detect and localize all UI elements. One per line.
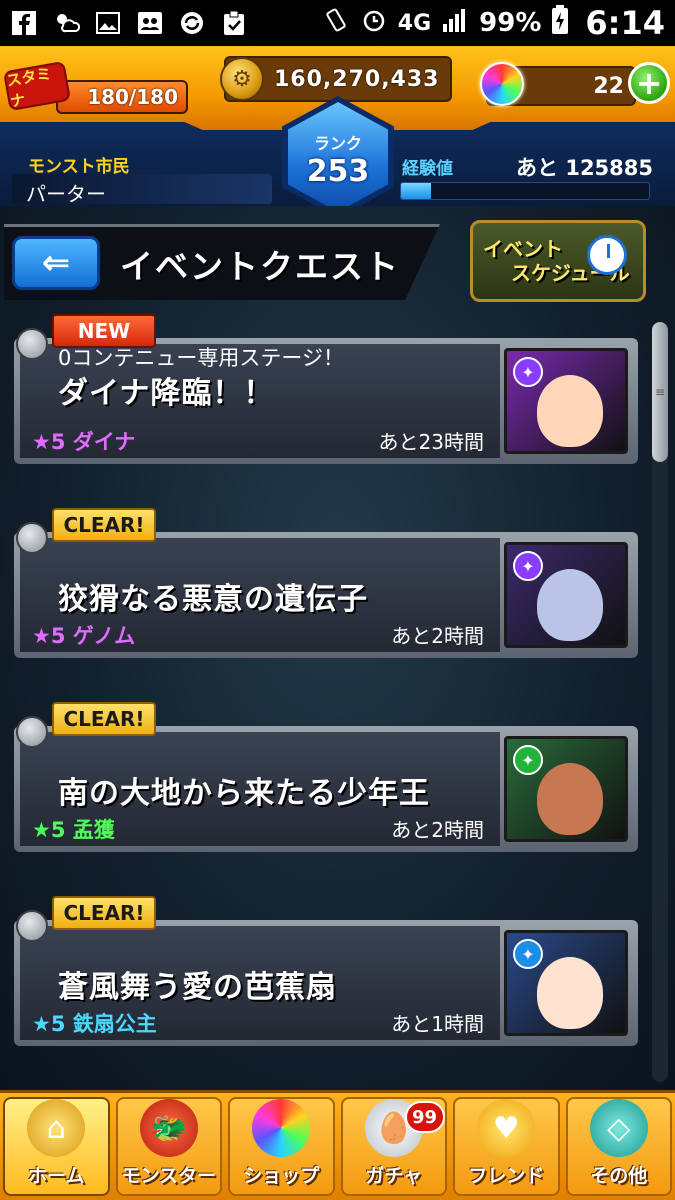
- battery-percent: 99%: [479, 8, 542, 38]
- boss-portrait: ✦: [504, 736, 628, 842]
- nav-label: ショップ: [243, 1165, 320, 1187]
- quest-boss-rarity: ★5 孟獲: [32, 818, 115, 842]
- quest-time-remaining: あと2時間: [391, 818, 484, 842]
- exp-bar: [400, 182, 650, 200]
- boss-face: [537, 569, 603, 641]
- back-arrow-icon: ⇐: [41, 243, 71, 283]
- element-icon: ✦: [513, 551, 543, 581]
- player-name: パーター: [26, 182, 106, 206]
- exp-fill: [401, 183, 431, 199]
- exp-label: 経験値: [402, 159, 453, 179]
- bottom-nav: ⌂ ホーム 🐲 モンスター ショップ 🥚 ガチャ 99 ♥ フレンド ◇ その他: [0, 1090, 675, 1200]
- quest-boss-rarity: ★5 ゲノム: [32, 624, 136, 648]
- clock: 6:14: [585, 4, 665, 42]
- facebook-icon: [10, 9, 38, 37]
- orb-shop-icon: [252, 1099, 311, 1157]
- quest-status-badge: CLEAR!: [52, 896, 156, 930]
- vibrate-icon: [322, 6, 350, 41]
- contacts-icon: [136, 9, 164, 37]
- other-icon: ◇: [589, 1099, 648, 1157]
- notification-icons: [10, 9, 248, 37]
- quest-title: 南の大地から来たる少年王: [58, 776, 430, 811]
- nav-orb-shop[interactable]: ショップ: [228, 1097, 335, 1196]
- status-bar: 4G 99% 6:14: [0, 0, 675, 46]
- boss-portrait: ✦: [504, 348, 628, 454]
- nav-label: その他: [590, 1165, 648, 1187]
- quest-title: ダイナ降臨！！: [58, 376, 275, 411]
- exp-remaining: あと 125885: [516, 156, 653, 180]
- event-quest-screen: ⇐ イベントクエスト イベント スケジュール ≡ NEW 0コンテニュー専用ステ…: [0, 206, 675, 1090]
- nav-label: ホーム: [28, 1165, 85, 1187]
- nav-home[interactable]: ⌂ ホーム: [3, 1097, 110, 1196]
- quest-card[interactable]: CLEAR! 狡猾なる悪意の遺伝子 ★5 ゲノム あと2時間 ✦: [14, 508, 638, 658]
- nav-label: ガチャ: [365, 1165, 423, 1187]
- pin-icon: [16, 716, 48, 748]
- quest-card[interactable]: NEW 0コンテニュー専用ステージ！ ダイナ降臨！！ ★5 ダイナ あと23時間…: [14, 314, 638, 464]
- sync-icon: [178, 9, 206, 37]
- boss-portrait: ✦: [504, 930, 628, 1036]
- rank-value: 253: [306, 153, 370, 189]
- boss-portrait: ✦: [504, 542, 628, 648]
- pin-icon: [16, 522, 48, 554]
- battery-charging-icon: [551, 4, 569, 42]
- coin-icon: ⚙: [220, 57, 264, 101]
- alarm-icon: [360, 6, 388, 41]
- quest-time-remaining: あと2時間: [391, 624, 484, 648]
- quest-time-remaining: あと1時間: [391, 1012, 484, 1036]
- page-title: イベントクエスト: [120, 247, 400, 286]
- quest-status-badge: CLEAR!: [52, 702, 156, 736]
- clipboard-icon: [220, 9, 248, 37]
- pin-icon: [16, 328, 48, 360]
- element-icon: ✦: [513, 745, 543, 775]
- quest-status-badge: CLEAR!: [52, 508, 156, 542]
- back-button[interactable]: ⇐: [12, 236, 100, 290]
- pin-icon: [16, 910, 48, 942]
- nav-monster[interactable]: 🐲 モンスター: [115, 1097, 222, 1196]
- stamina-bar[interactable]: 180/180: [56, 80, 188, 114]
- scroll-thumb[interactable]: ≡: [652, 322, 668, 462]
- quest-card[interactable]: CLEAR! 蒼風舞う愛の芭蕉扇 ★5 鉄扇公主 あと1時間 ✦: [14, 896, 638, 1046]
- home-icon: ⌂: [27, 1099, 86, 1157]
- network-type: 4G: [397, 10, 432, 36]
- monster-icon: 🐲: [139, 1099, 198, 1157]
- quest-time-remaining: あと23時間: [378, 430, 484, 454]
- rank-label: ランク: [313, 133, 362, 153]
- weather-icon: [52, 9, 80, 37]
- nav-label: フレンド: [468, 1165, 545, 1187]
- boss-face: [537, 375, 603, 447]
- coin-counter: ⚙ 160,270,433: [220, 56, 452, 102]
- quest-boss-rarity: ★5 鉄扇公主: [32, 1012, 157, 1036]
- boss-face: [537, 763, 603, 835]
- quest-title: 蒼風舞う愛の芭蕉扇: [58, 970, 337, 1005]
- system-icons: 4G 99% 6:14: [322, 4, 665, 42]
- orb-value: 22: [593, 74, 624, 99]
- quest-card[interactable]: CLEAR! 南の大地から来たる少年王 ★5 孟獲 あと2時間 ✦: [14, 702, 638, 852]
- orb-counter: 22: [480, 62, 636, 106]
- friend-icon: ♥: [477, 1099, 536, 1157]
- nav-gacha-egg[interactable]: 🥚 ガチャ 99: [340, 1097, 447, 1196]
- element-icon: ✦: [513, 939, 543, 969]
- buy-orbs-button[interactable]: +: [628, 62, 670, 104]
- nav-label: モンスター: [121, 1165, 217, 1187]
- stamina-value: 180/180: [87, 85, 178, 109]
- player-hud: 180/180 スタミナ ⚙ 160,270,433 22 + ランク 253 …: [0, 46, 675, 218]
- nav-other[interactable]: ◇ その他: [565, 1097, 672, 1196]
- event-schedule-button[interactable]: イベント スケジュール: [470, 220, 646, 302]
- quest-title: 狡猾なる悪意の遺伝子: [58, 582, 368, 617]
- gallery-icon: [94, 9, 122, 37]
- boss-face: [537, 957, 603, 1029]
- notification-badge: 99: [404, 1101, 445, 1133]
- quest-boss-rarity: ★5 ダイナ: [32, 430, 136, 454]
- clock-icon: [587, 235, 627, 275]
- element-icon: ✦: [513, 357, 543, 387]
- coin-value: 160,270,433: [274, 66, 440, 92]
- rainbow-orb-icon: [480, 62, 524, 106]
- nav-friend[interactable]: ♥ フレンド: [453, 1097, 560, 1196]
- signal-icon: [441, 6, 469, 41]
